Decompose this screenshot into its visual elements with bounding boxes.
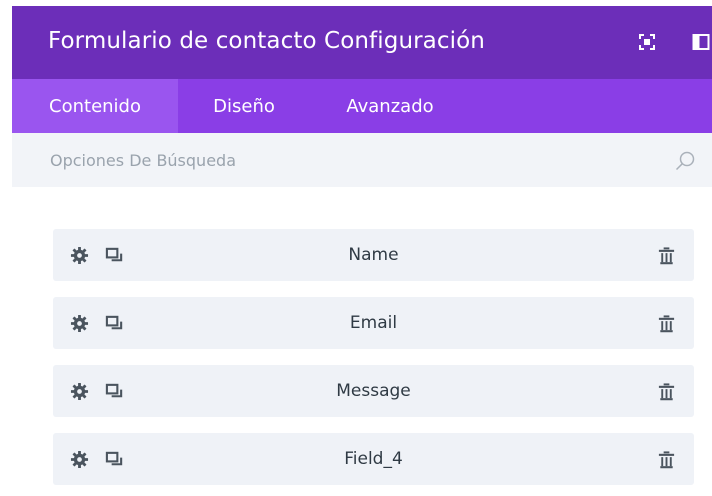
trash-icon[interactable] <box>657 246 676 265</box>
field-row-message[interactable]: Message <box>53 365 694 417</box>
tab-avanzado[interactable]: Avanzado <box>310 79 470 133</box>
tab-diseno[interactable]: Diseño <box>178 79 310 133</box>
field-label: Name <box>348 245 399 265</box>
tab-bar: Contenido Diseño Avanzado <box>12 79 712 133</box>
expand-icon[interactable] <box>638 33 656 51</box>
search-icon[interactable] <box>674 150 696 172</box>
field-label: Message <box>336 381 411 401</box>
field-row-field-4[interactable]: Field_4 <box>53 433 694 485</box>
trash-icon[interactable] <box>657 450 676 469</box>
field-row-email[interactable]: Email <box>53 297 694 349</box>
modal-header: Formulario de contacto Configuración <box>12 6 712 79</box>
tab-contenido[interactable]: Contenido <box>12 79 178 133</box>
field-label: Email <box>349 313 398 333</box>
modal-title: Formulario de contacto Configuración <box>48 28 485 54</box>
trash-icon[interactable] <box>657 314 676 333</box>
split-view-icon[interactable] <box>692 33 710 51</box>
search-input[interactable] <box>50 148 650 172</box>
trash-icon[interactable] <box>657 382 676 401</box>
field-row-name[interactable]: Name <box>53 229 694 281</box>
search-bar <box>12 133 712 187</box>
field-label: Field_4 <box>344 449 403 469</box>
